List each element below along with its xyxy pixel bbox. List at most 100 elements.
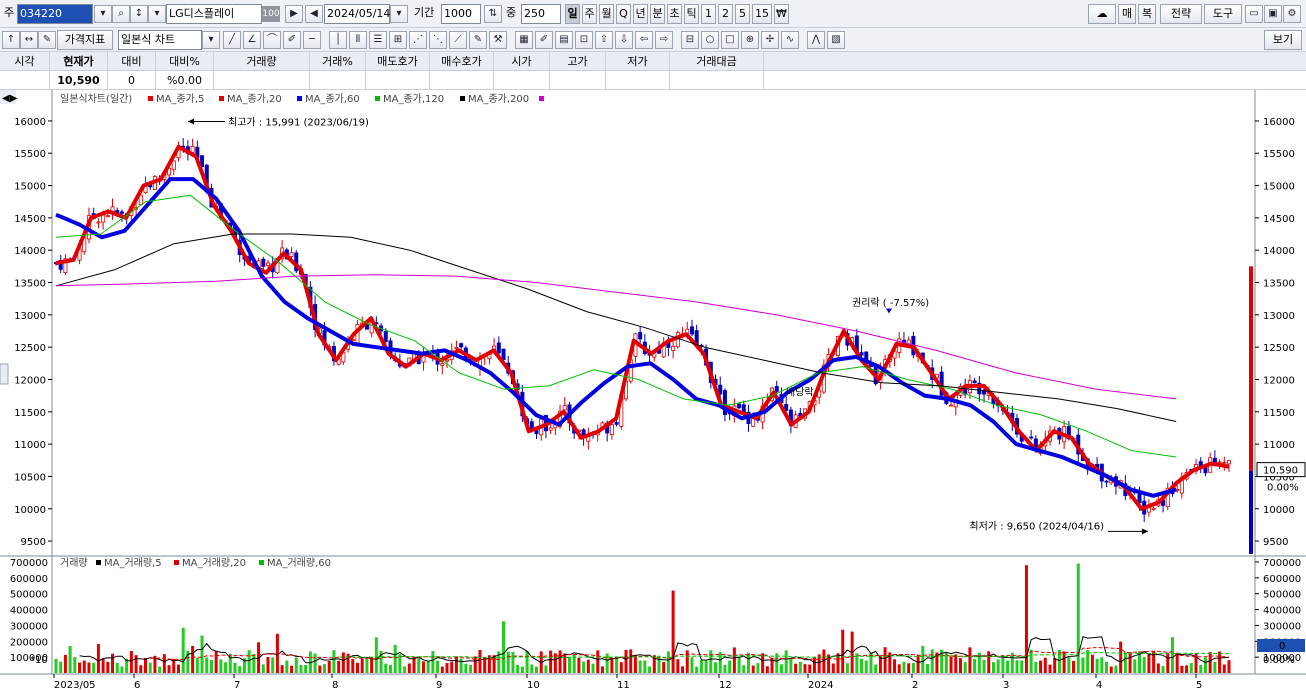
interval-button-6[interactable]: 초 [667,4,682,24]
draw-tool-icon-16[interactable]: ▤ [555,31,573,49]
draw-tool-icon-20[interactable]: ⇦ [635,31,653,49]
x-tick-label: 9 [436,680,442,690]
price-tick-label-left: 16000 [14,117,46,128]
settings-icon[interactable]: ⚙ [1283,5,1301,23]
volume-legend-label: MA_거래량,5 [104,557,162,569]
interval-button-3[interactable]: Q [616,4,631,24]
quote-value-4 [214,71,310,90]
save-icon[interactable]: ▣ [1264,5,1282,23]
draw-tool-icon-4[interactable]: ─ [303,31,321,49]
interval-button-1[interactable]: 주 [582,4,597,24]
interval-button-0[interactable]: 일 [565,4,580,24]
x-tick-label: 12 [719,680,732,690]
draw-tool-icon-7[interactable]: ☰ [369,31,387,49]
sort-icon[interactable]: ↕ [130,5,148,23]
indicator-button[interactable]: 가격지표 [57,30,113,50]
interval-button-5[interactable]: 분 [650,4,665,24]
volume-bar [1189,663,1193,673]
interval-button-10[interactable]: 5 [735,4,750,24]
draw-tool-icon-13[interactable]: ⚒ [489,31,507,49]
price-tick-label-right: 12500 [1263,343,1295,354]
draw-tool-icon-14[interactable]: ▦ [515,31,533,49]
draw-tool-icon-8[interactable]: ⊞ [389,31,407,49]
draw-tool-icon-19[interactable]: ⇩ [615,31,633,49]
volume-legend-swatch [174,560,179,565]
chart-type-select[interactable]: 일본식 차트 [118,30,202,50]
draw-tool-icon-27[interactable]: ∿ [781,31,799,49]
interval-button-7[interactable]: 틱 [684,4,699,24]
volume-bar [167,665,171,673]
draw-tool-icon-22[interactable]: ⊟ [681,31,699,49]
volume-bar [483,657,487,673]
interval-button-9[interactable]: 2 [718,4,733,24]
volume-bar [907,663,911,673]
stock-name-field[interactable]: LG디스플레이 [166,4,262,24]
draw-tool-icon-10[interactable]: ⋱ [429,31,447,49]
draw-tool-icon-0[interactable]: ╱ [223,31,241,49]
interval-button-2[interactable]: 월 [599,4,614,24]
arrows-h-icon[interactable]: ↔ [20,31,38,49]
volume-bar [1053,658,1057,673]
draw-tool-icon-28[interactable]: ⋀ [807,31,825,49]
draw-tool-icon-11[interactable]: ⟋ [449,31,467,49]
interval-button-8[interactable]: 1 [701,4,716,24]
price-tick-label-left: 12000 [14,375,46,386]
quote-header-3: 대비% [156,52,214,71]
date-dropdown-icon[interactable]: ▾ [390,5,408,23]
pane-toggle-icon[interactable]: ◀▶ [2,93,18,104]
draw-tool-icon-24[interactable]: □ [721,31,739,49]
draw-tool-icon-26[interactable]: ✢ [761,31,779,49]
volume-bar [59,661,63,673]
side-collapse-handle[interactable] [0,363,9,385]
volume-bar [1213,661,1217,673]
count-input[interactable]: 250 [521,4,561,24]
draw-tool-icon-12[interactable]: ✎ [469,31,487,49]
view-button[interactable]: 보기 [1264,30,1302,50]
draw-tool-icon-1[interactable]: ∠ [243,31,261,49]
chart-type-dropdown-icon[interactable]: ▾ [202,31,220,49]
volume-bar [610,658,614,673]
period-input[interactable]: 1000 [441,4,481,24]
volume-bar [92,662,96,673]
draw-tool-icon-5[interactable]: │ [329,31,347,49]
volume-bar [860,658,864,673]
right-button-1[interactable]: 복 [1138,4,1156,24]
stock-dropdown-icon[interactable]: ▾ [94,5,112,23]
draw-tool-icon-29[interactable]: ▧ [827,31,845,49]
draw-tool-icon-2[interactable]: ⌒ [263,31,281,49]
draw-tool-icon-21[interactable]: ⇨ [655,31,673,49]
draw-tool-icon-3[interactable]: ✐ [283,31,301,49]
cloud-icon[interactable]: ☁ [1088,4,1116,24]
interval-button-11[interactable]: 15 [752,4,772,24]
draw-tool-icon-23[interactable]: ○ [701,31,719,49]
volume-bar [695,666,699,673]
draw-tool-icon-15[interactable]: ✐ [535,31,553,49]
folder-icon[interactable]: ▭ [1245,5,1263,23]
draw-tool-icon-6[interactable]: ⦀ [349,31,367,49]
right-button-3[interactable]: 도구 [1204,4,1242,24]
volume-bar [101,658,105,673]
edit-icon[interactable]: ✎ [38,31,56,49]
next-icon[interactable]: ▶ [285,5,303,23]
volume-bar [1015,660,1019,673]
right-button-0[interactable]: 매 [1118,4,1136,24]
draw-tool-icon-9[interactable]: ⋰ [409,31,427,49]
prev-icon[interactable]: ◀ [305,5,323,23]
volume-bar [115,662,119,673]
draw-tool-icon-18[interactable]: ⇧ [595,31,613,49]
candle-body [261,258,266,267]
stock-code-input[interactable]: 034220 [17,4,93,24]
date-input[interactable]: 2024/05/14 [324,4,390,24]
interval-button-12[interactable]: ₩ [774,4,789,24]
right-button-2[interactable]: 전략 [1160,4,1202,24]
arrow-up-icon[interactable]: ↑ [2,31,20,49]
interval-button-4[interactable]: 년 [633,4,648,24]
draw-tool-icon-17[interactable]: ⊡ [575,31,593,49]
volume-bar [1142,657,1146,673]
price-chart[interactable]: 16000 16000 15500 15500 15000 15000 14500 14500… [0,90,1306,690]
list-dropdown-icon[interactable]: ▾ [148,5,166,23]
price-tick-label-right: 16000 [1263,117,1295,128]
search-icon[interactable]: ⌕ [112,5,130,23]
period-spin-icon[interactable]: ⇅ [484,5,502,23]
draw-tool-icon-25[interactable]: ⊕ [741,31,759,49]
